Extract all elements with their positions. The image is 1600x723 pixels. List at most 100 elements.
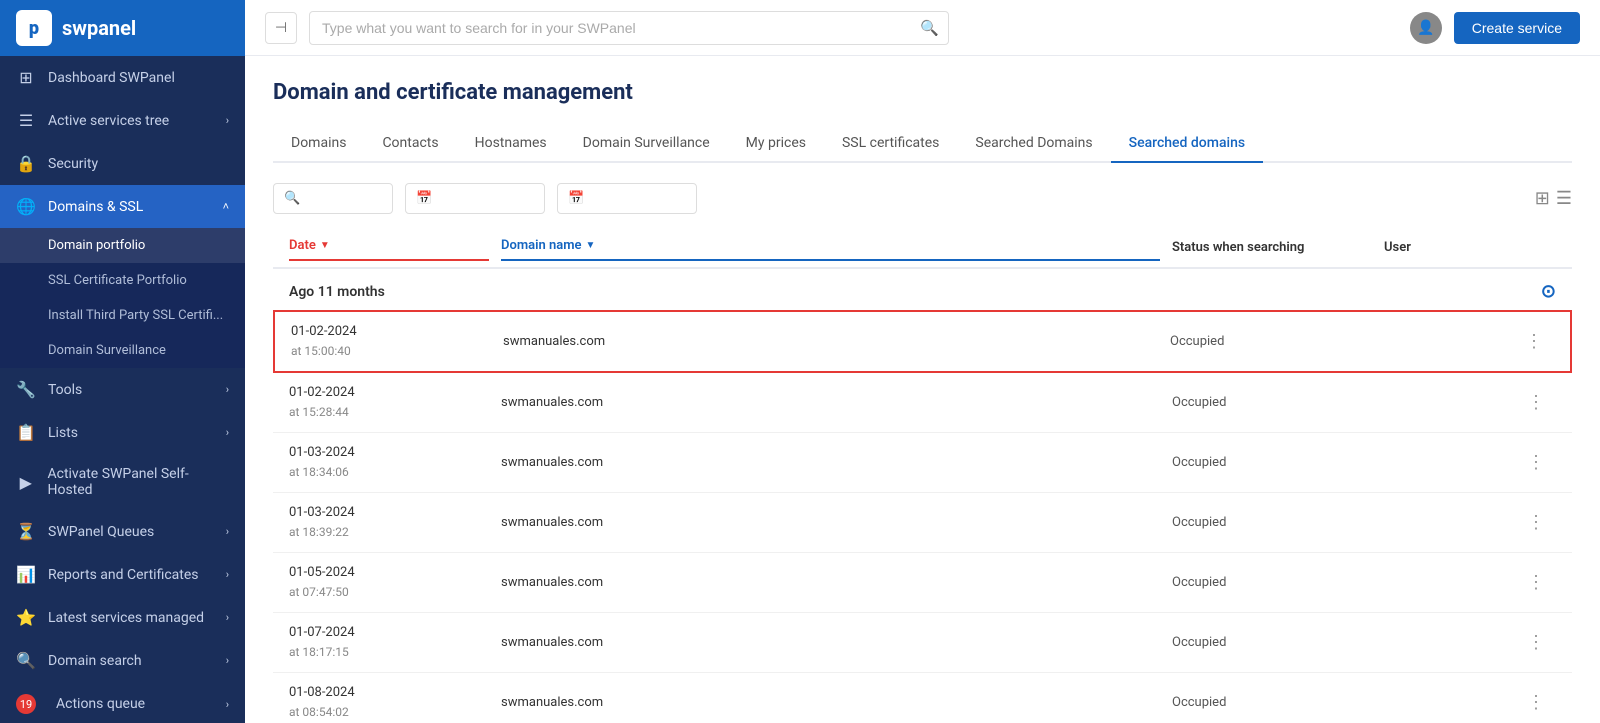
search-icon[interactable]: 🔍 <box>920 19 939 37</box>
col-header-status[interactable]: Status when searching <box>1172 240 1372 261</box>
table-row[interactable]: 01-05-2024at 07:47:50 swmanuales.com Occ… <box>273 553 1572 613</box>
cell-date: 01-02-2024at 15:28:44 <box>289 383 489 422</box>
tab-ssl-certificates[interactable]: SSL certificates <box>824 125 957 163</box>
actions-badge: 19 <box>16 694 36 714</box>
sidebar-item-label: Active services tree <box>48 113 169 129</box>
menu-toggle-button[interactable]: ⊣ <box>265 12 297 44</box>
sidebar-item-label: Reports and Certificates <box>48 567 199 583</box>
sidebar-item-tools[interactable]: 🔧 Tools › <box>0 368 245 411</box>
more-options-button[interactable]: ⋮ <box>1514 331 1554 352</box>
tab-domains[interactable]: Domains <box>273 125 364 163</box>
tab-bar: Domains Contacts Hostnames Domain Survei… <box>273 125 1572 163</box>
main-area: ⊣ 🔍 👤 Create service Domain and certific… <box>245 0 1600 723</box>
queues-icon: ⏳ <box>16 522 36 541</box>
sidebar-sub-item-install-ssl[interactable]: Install Third Party SSL Certifi... <box>0 298 245 333</box>
tab-searched-domains-alt[interactable]: Searched Domains <box>957 125 1110 163</box>
content-area: Domain and certificate management Domain… <box>245 56 1600 723</box>
table-row[interactable]: 01-03-2024at 18:34:06 swmanuales.com Occ… <box>273 433 1572 493</box>
cell-domain: swmanuales.com <box>501 575 1160 590</box>
active-services-icon: ☰ <box>16 111 36 130</box>
refresh-icon[interactable]: ⊙ <box>1541 281 1556 302</box>
sidebar-item-reports[interactable]: 📊 Reports and Certificates › <box>0 553 245 596</box>
sidebar-item-lists[interactable]: 📋 Lists › <box>0 411 245 454</box>
table-row[interactable]: 01-02-2024at 15:00:40 swmanuales.com Occ… <box>273 310 1572 373</box>
more-options-button[interactable]: ⋮ <box>1516 392 1556 413</box>
date-from-filter[interactable]: 📅 <box>405 183 545 214</box>
cell-date: 01-03-2024at 18:39:22 <box>289 503 489 542</box>
calendar-from-icon: 📅 <box>416 191 432 206</box>
sub-item-label: Domain Surveillance <box>48 343 166 358</box>
sidebar-sub-item-ssl-portfolio[interactable]: SSL Certificate Portfolio <box>0 263 245 298</box>
cell-status: Occupied <box>1172 395 1372 410</box>
app-name: swpanel <box>62 16 136 40</box>
more-options-button[interactable]: ⋮ <box>1516 512 1556 533</box>
page-title: Domain and certificate management <box>273 80 1572 105</box>
col-header-domain[interactable]: Domain name ▼ <box>501 238 1160 261</box>
cell-domain: swmanuales.com <box>503 334 1158 349</box>
sidebar-item-label: Domains & SSL <box>48 199 143 215</box>
avatar[interactable]: 👤 <box>1410 12 1442 44</box>
activate-icon: ▶ <box>16 473 35 492</box>
tab-contacts[interactable]: Contacts <box>364 125 456 163</box>
more-options-button[interactable]: ⋮ <box>1516 452 1556 473</box>
cell-time: at 18:17:15 <box>289 645 349 659</box>
chevron-right-icon: › <box>226 114 229 127</box>
tab-my-prices[interactable]: My prices <box>728 125 824 163</box>
create-service-button[interactable]: Create service <box>1454 12 1580 44</box>
sub-item-label: Install Third Party SSL Certifi... <box>48 308 223 323</box>
cell-domain: swmanuales.com <box>501 515 1160 530</box>
sidebar-item-active-services[interactable]: ☰ Active services tree › <box>0 99 245 142</box>
reports-icon: 📊 <box>16 565 36 584</box>
domain-search-icon: 🔍 <box>16 651 36 670</box>
grid-view-icon[interactable]: ⊞ <box>1535 188 1550 209</box>
sidebar-item-dashboard[interactable]: ⊞ Dashboard SWPanel <box>0 56 245 99</box>
sidebar-item-queues[interactable]: ⏳ SWPanel Queues › <box>0 510 245 553</box>
sidebar-item-label: Security <box>48 156 98 172</box>
sidebar-item-security[interactable]: 🔒 Security <box>0 142 245 185</box>
table-row[interactable]: 01-07-2024at 18:17:15 swmanuales.com Occ… <box>273 613 1572 673</box>
chevron-right-icon: › <box>226 698 229 711</box>
sidebar-item-label: Domain search <box>48 653 142 669</box>
filters-row: 🔍 📅 📅 ⊞ ☰ <box>273 183 1572 214</box>
col-header-date[interactable]: Date ▼ <box>289 238 489 261</box>
table-row[interactable]: 01-02-2024at 15:28:44 swmanuales.com Occ… <box>273 373 1572 433</box>
cell-domain: swmanuales.com <box>501 635 1160 650</box>
col-header-user[interactable]: User <box>1384 240 1504 261</box>
sidebar-item-label: SWPanel Queues <box>48 524 154 540</box>
tab-searched-domains[interactable]: Searched domains <box>1111 125 1263 163</box>
date-to-filter[interactable]: 📅 <box>557 183 697 214</box>
sidebar-item-actions-queue[interactable]: 19 Actions queue › <box>0 682 245 723</box>
sidebar-sub-item-domain-portfolio[interactable]: Domain portfolio <box>0 228 245 263</box>
table-row[interactable]: 01-08-2024at 08:54:02 swmanuales.com Occ… <box>273 673 1572 723</box>
cell-time: at 08:54:02 <box>289 705 349 719</box>
sub-item-label: SSL Certificate Portfolio <box>48 273 187 288</box>
chevron-right-icon: › <box>226 611 229 624</box>
more-options-button[interactable]: ⋮ <box>1516 632 1556 653</box>
tab-hostnames[interactable]: Hostnames <box>457 125 565 163</box>
list-view-icon[interactable]: ☰ <box>1556 188 1572 209</box>
cell-time: at 15:28:44 <box>289 405 349 419</box>
sidebar-item-latest-services[interactable]: ⭐ Latest services managed › <box>0 596 245 639</box>
security-icon: 🔒 <box>16 154 36 173</box>
sidebar-item-domain-search[interactable]: 🔍 Domain search › <box>0 639 245 682</box>
domains-icon: 🌐 <box>16 197 36 216</box>
more-options-button[interactable]: ⋮ <box>1516 692 1556 713</box>
more-options-button[interactable]: ⋮ <box>1516 572 1556 593</box>
search-filter-input[interactable]: 🔍 <box>273 183 393 214</box>
logo[interactable]: p swpanel <box>0 0 245 56</box>
sidebar-item-activate[interactable]: ▶ Activate SWPanel Self-Hosted <box>0 454 245 510</box>
cell-status: Occupied <box>1172 695 1372 710</box>
table-row[interactable]: 01-03-2024at 18:39:22 swmanuales.com Occ… <box>273 493 1572 553</box>
sub-item-label: Domain portfolio <box>48 238 145 253</box>
sidebar-sub-item-domain-surveillance[interactable]: Domain Surveillance <box>0 333 245 368</box>
chevron-right-icon: › <box>226 654 229 667</box>
dashboard-icon: ⊞ <box>16 68 36 87</box>
sidebar-item-label: Actions queue <box>56 696 145 712</box>
sidebar-item-domains-ssl[interactable]: 🌐 Domains & SSL ˄ <box>0 185 245 228</box>
chevron-right-icon: › <box>226 568 229 581</box>
cell-status: Occupied <box>1172 635 1372 650</box>
search-input[interactable] <box>309 11 949 45</box>
tools-icon: 🔧 <box>16 380 36 399</box>
cell-date: 01-03-2024at 18:34:06 <box>289 443 489 482</box>
tab-domain-surveillance[interactable]: Domain Surveillance <box>565 125 728 163</box>
